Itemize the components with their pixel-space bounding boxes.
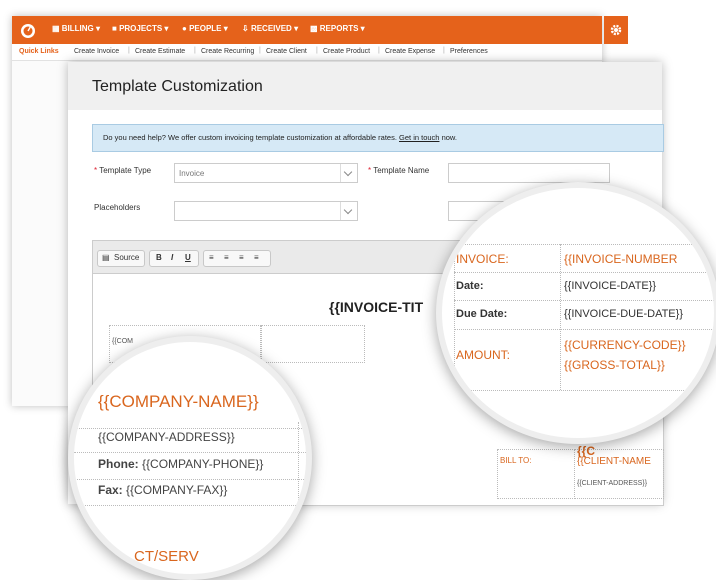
- invoice-number-placeholder: {{INVOICE-NUMBER: [564, 252, 678, 266]
- page-title: Template Customization: [92, 78, 263, 95]
- settings-button[interactable]: [604, 16, 628, 44]
- quick-link-separator: |: [259, 47, 261, 54]
- get-in-touch-link[interactable]: Get in touch: [399, 133, 439, 142]
- nav-received[interactable]: ⇩ RECEIVED ▾: [242, 24, 298, 33]
- invoice-date-placeholder: {{INVOICE-DATE}}: [564, 280, 657, 292]
- nav-projects-label: PROJECTS: [119, 24, 163, 33]
- template-name-input[interactable]: [448, 163, 610, 183]
- product-service-partial: CT/SERV: [134, 548, 199, 565]
- gross-total-placeholder: {{GROSS-TOTAL}}: [564, 358, 665, 372]
- template-type-select[interactable]: Invoice: [174, 163, 358, 183]
- document-icon: ▤: [102, 253, 110, 262]
- template-name-label-text: Template Name: [373, 166, 430, 175]
- placeholders-select[interactable]: [174, 201, 358, 221]
- chevron-down-icon: [340, 164, 357, 182]
- due-date-label: Due Date:: [456, 308, 508, 320]
- help-banner: Do you need help? We offer custom invoic…: [92, 124, 664, 152]
- help-tail: now.: [441, 133, 457, 142]
- magnifier-company-details: {{COMPANY-NAME}} {{COMPANY-ADDRESS}} Pho…: [68, 336, 312, 580]
- quick-link-preferences[interactable]: Preferences: [450, 48, 488, 55]
- nav-billing[interactable]: ▦ BILLING ▾: [52, 24, 100, 33]
- template-type-value: Invoice: [179, 169, 205, 178]
- phone-label: Phone:: [98, 457, 139, 471]
- phone-line: Phone: {{COMPANY-PHONE}}: [98, 457, 263, 471]
- bill-to-cell: BILL TO:: [497, 449, 575, 499]
- template-type-label: * Template Type: [94, 166, 152, 175]
- top-navbar: ▦ BILLING ▾ ■ PROJECTS ▾ ● PEOPLE ▾ ⇩ RE…: [12, 16, 602, 44]
- nav-received-label: RECEIVED: [250, 24, 292, 33]
- align-left-icon[interactable]: ≡: [209, 253, 214, 262]
- template-type-label-text: Template Type: [99, 166, 152, 175]
- alignment-group: ≡ ≡ ≡ ≡: [203, 250, 271, 267]
- row-divider: [454, 329, 714, 330]
- chevron-down-icon: [340, 202, 357, 220]
- phone-placeholder: {{COMPANY-PHONE}}: [142, 457, 264, 471]
- date-label: Date:: [456, 280, 484, 292]
- quick-link-separator: |: [316, 47, 318, 54]
- quick-link-create-estimate[interactable]: Create Estimate: [135, 48, 185, 55]
- due-date-placeholder: {{INVOICE-DUE-DATE}}: [564, 308, 683, 320]
- row-divider: [74, 505, 306, 506]
- company-address-placeholder: {{COMPANY-ADDRESS}}: [98, 430, 235, 444]
- nav-people[interactable]: ● PEOPLE ▾: [182, 24, 228, 33]
- nav-projects[interactable]: ■ PROJECTS ▾: [112, 24, 168, 33]
- underline-button[interactable]: U: [185, 253, 191, 262]
- quick-links-bar: Quick Links Create Invoice | Create Esti…: [12, 44, 602, 61]
- quick-link-create-expense[interactable]: Create Expense: [385, 48, 435, 55]
- align-right-icon[interactable]: ≡: [239, 253, 244, 262]
- quick-link-separator: |: [128, 47, 130, 54]
- template-name-label: * Template Name: [368, 166, 430, 175]
- invoice-title-placeholder: {{INVOICE-TIT: [329, 299, 424, 315]
- client-name-placeholder: {{CLIENT-NAME: [577, 456, 651, 467]
- row-divider: [74, 479, 306, 480]
- nav-billing-label: BILLING: [61, 24, 94, 33]
- row-divider: [74, 428, 306, 429]
- nav-people-label: PEOPLE: [189, 24, 222, 33]
- currency-code-placeholder: {{CURRENCY-CODE}}: [564, 338, 686, 352]
- dashboard-gauge-icon[interactable]: [20, 22, 36, 38]
- nav-reports-label: REPORTS: [319, 24, 359, 33]
- text-style-group: B I U: [149, 250, 199, 267]
- magnifier-invoice-details: INVOICE: {{INVOICE-NUMBER Date: {{INVOIC…: [436, 182, 716, 444]
- row-divider: [454, 244, 714, 245]
- row-divider: [74, 452, 306, 453]
- fax-line: Fax: {{COMPANY-FAX}}: [98, 483, 227, 497]
- row-divider: [454, 300, 714, 301]
- bold-button[interactable]: B: [156, 253, 162, 262]
- client-address-placeholder: {{CLIENT-ADDRESS}}: [577, 480, 648, 487]
- italic-button[interactable]: I: [171, 253, 173, 262]
- quick-link-create-client[interactable]: Create Client: [266, 48, 307, 55]
- help-banner-text: Do you need help? We offer custom invoic…: [103, 133, 457, 142]
- amount-label: AMOUNT:: [456, 348, 510, 362]
- company-name-placeholder: {{COMPANY-NAME}}: [98, 392, 259, 411]
- quick-link-create-invoice[interactable]: Create Invoice: [74, 48, 119, 55]
- invoice-label: INVOICE:: [456, 252, 509, 266]
- column-divider: [298, 422, 299, 562]
- source-button[interactable]: ▤ Source: [97, 250, 145, 267]
- fax-placeholder: {{COMPANY-FAX}}: [126, 483, 228, 497]
- client-cell: {{C {{CLIENT-NAME {{CLIENT-ADDRESS}}: [574, 444, 664, 499]
- column-divider: [560, 244, 561, 390]
- bill-to-label: BILL TO:: [500, 456, 532, 465]
- quick-link-create-recurring[interactable]: Create Recurring: [201, 48, 254, 55]
- quick-link-separator: |: [194, 47, 196, 54]
- align-center-icon[interactable]: ≡: [224, 253, 229, 262]
- empty-cell: [261, 325, 365, 363]
- column-divider: [454, 244, 455, 390]
- placeholders-label: Placeholders: [94, 203, 141, 212]
- help-message: Do you need help? We offer custom invoic…: [103, 133, 397, 142]
- quick-link-create-product[interactable]: Create Product: [323, 48, 370, 55]
- quick-links-label: Quick Links: [19, 48, 59, 55]
- justify-icon[interactable]: ≡: [254, 253, 259, 262]
- fax-label: Fax:: [98, 483, 123, 497]
- gear-icon: [610, 24, 622, 36]
- source-label: Source: [114, 253, 140, 262]
- quick-link-separator: |: [443, 47, 445, 54]
- nav-reports[interactable]: ▩ REPORTS ▾: [310, 24, 365, 33]
- row-divider: [454, 390, 714, 391]
- row-divider: [454, 272, 714, 273]
- quick-link-separator: |: [378, 47, 380, 54]
- company-cell-text: {{COM: [112, 338, 134, 345]
